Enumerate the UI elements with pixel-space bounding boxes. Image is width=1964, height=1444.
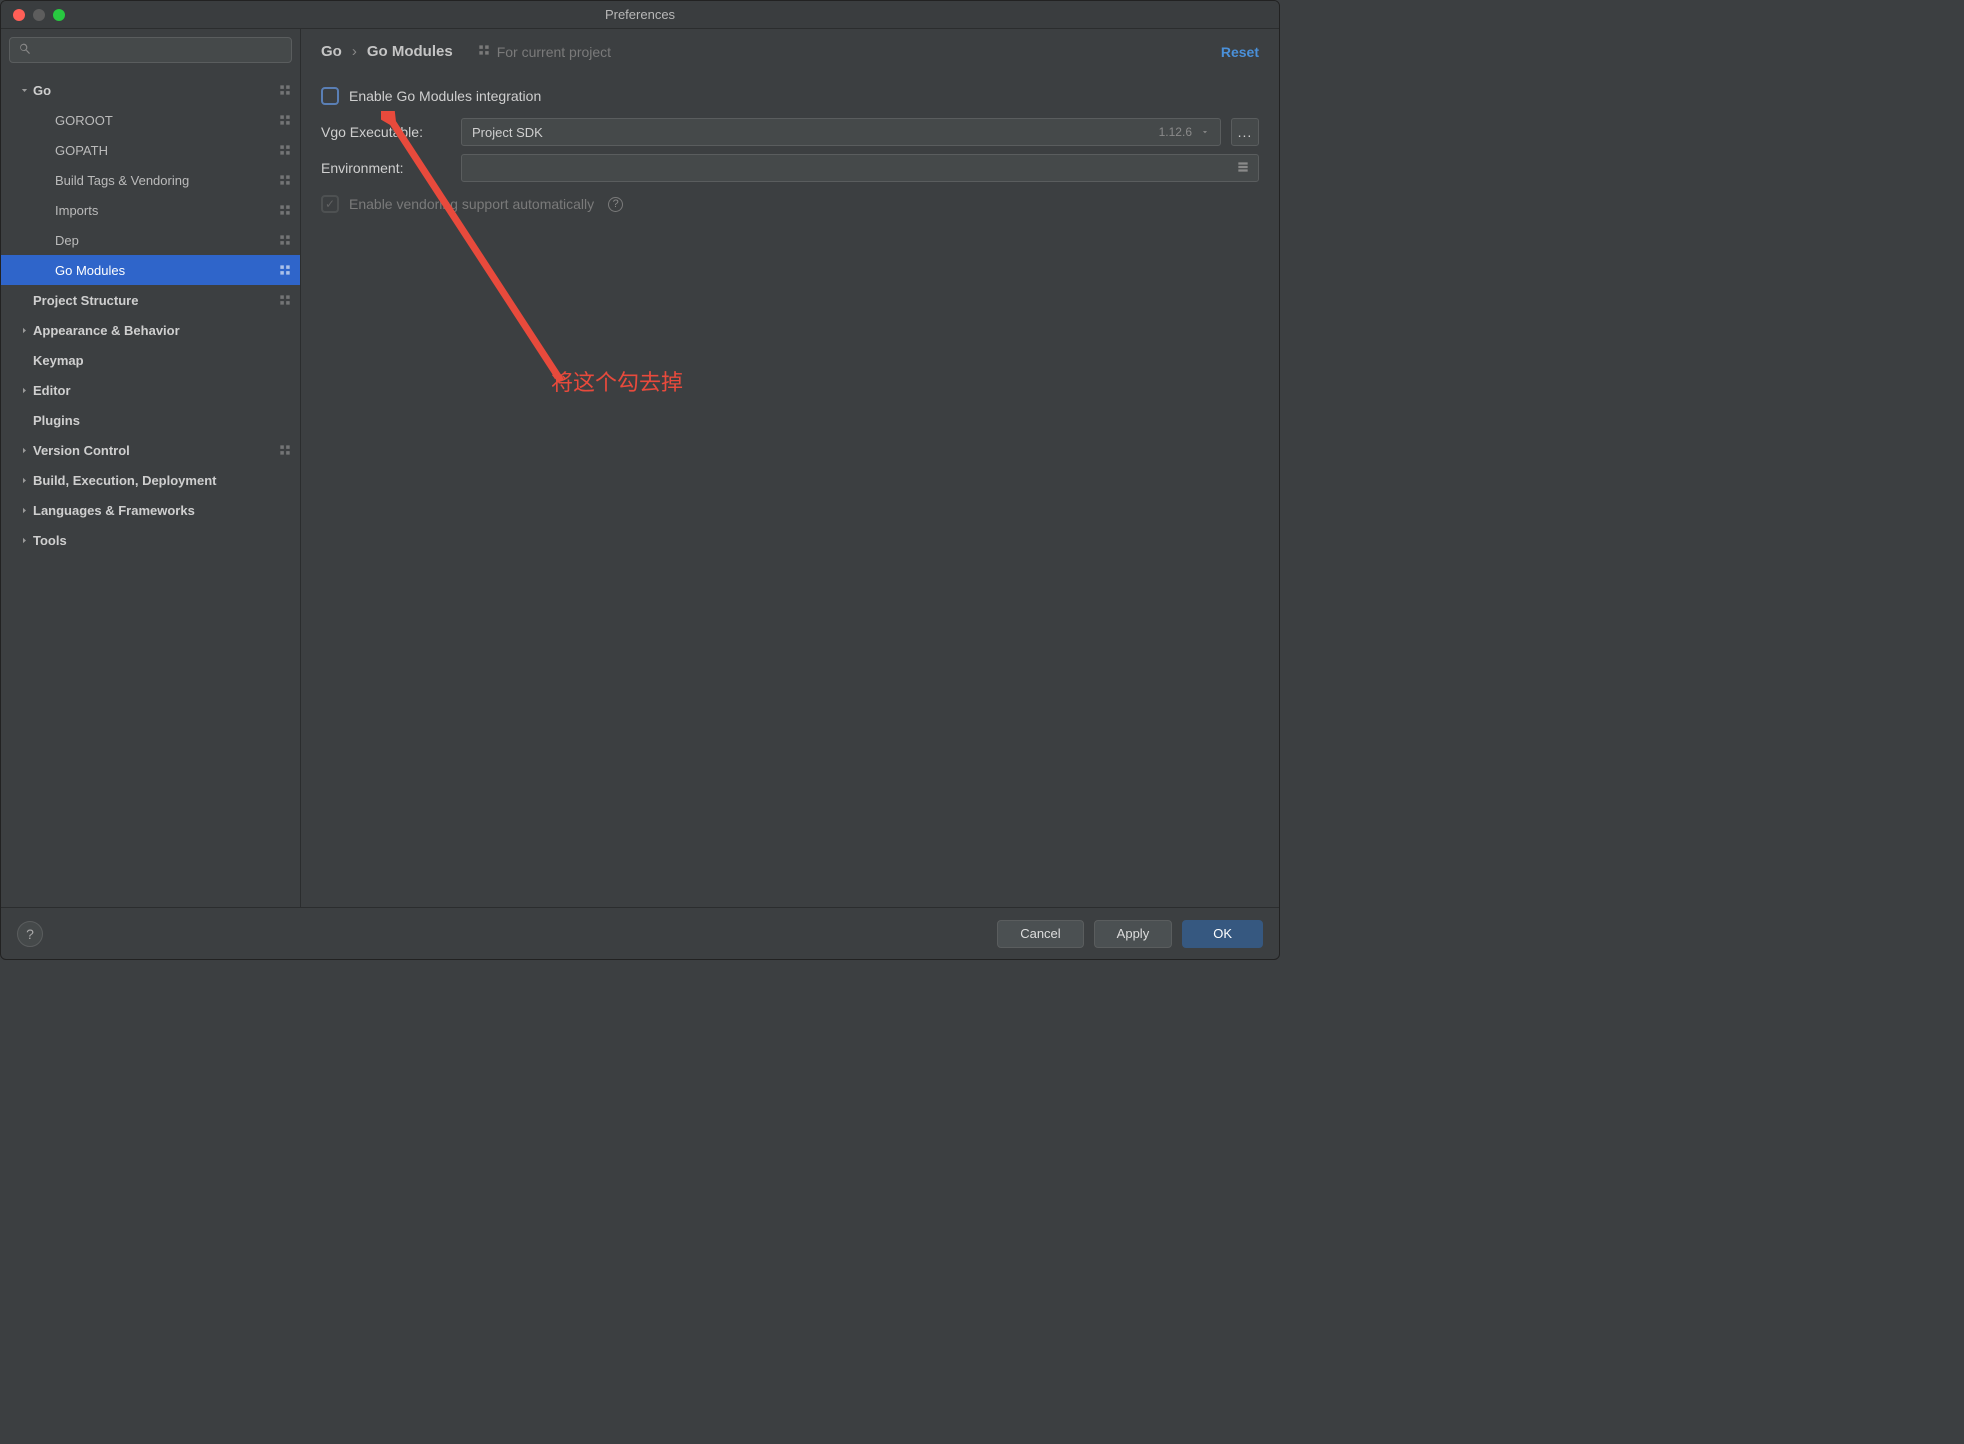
breadcrumb-root[interactable]: Go	[321, 43, 342, 60]
sidebar-item-label: Dep	[55, 233, 272, 248]
sidebar-item-label: Tools	[33, 533, 292, 548]
sidebar-item-label: GOROOT	[55, 113, 272, 128]
breadcrumb: Go › Go Modules	[321, 43, 453, 60]
sidebar-item-label: Editor	[33, 383, 292, 398]
sidebar-item-label: Version Control	[33, 443, 272, 458]
vgo-row: Vgo Executable: Project SDK 1.12.6 ...	[321, 114, 1259, 150]
vgo-version: 1.12.6	[1159, 125, 1192, 139]
search-icon	[18, 42, 32, 59]
search-box[interactable]	[9, 37, 292, 63]
vendoring-row: Enable vendoring support automatically ?	[321, 186, 1259, 222]
sidebar-item-gopath[interactable]: GOPATH	[1, 135, 300, 165]
content-header: Go › Go Modules For current project Rese…	[301, 29, 1279, 68]
vgo-selected-value: Project SDK	[472, 125, 1159, 140]
sidebar-item-go[interactable]: Go	[1, 75, 300, 105]
vgo-label: Vgo Executable:	[321, 124, 451, 140]
sidebar-item-version-control[interactable]: Version Control	[1, 435, 300, 465]
sidebar-item-keymap[interactable]: Keymap	[1, 345, 300, 375]
sidebar-item-editor[interactable]: Editor	[1, 375, 300, 405]
ok-button[interactable]: OK	[1182, 920, 1263, 948]
sidebar-item-build-execution-deployment[interactable]: Build, Execution, Deployment	[1, 465, 300, 495]
window-body: Go GOROOT GOPATH Build Tags & Vendoring Impo…	[1, 29, 1279, 907]
sidebar-item-label: Build Tags & Vendoring	[55, 173, 272, 188]
enable-modules-checkbox[interactable]	[321, 87, 339, 105]
breadcrumb-leaf: Go Modules	[367, 43, 453, 60]
project-scope-icon	[278, 113, 292, 127]
help-button[interactable]: ?	[17, 921, 43, 947]
search-input[interactable]	[38, 43, 283, 58]
environment-label: Environment:	[321, 160, 451, 176]
sidebar: Go GOROOT GOPATH Build Tags & Vendoring Impo…	[1, 29, 301, 907]
enable-modules-row: Enable Go Modules integration	[321, 78, 1259, 114]
chevron-down-icon	[1200, 125, 1210, 140]
content-area: Go › Go Modules For current project Rese…	[301, 29, 1279, 907]
project-scope-icon	[278, 203, 292, 217]
project-scope-icon	[278, 83, 292, 97]
settings-tree: Go GOROOT GOPATH Build Tags & Vendoring Impo…	[1, 71, 300, 907]
project-scope-icon	[278, 233, 292, 247]
project-scope-icon	[278, 173, 292, 187]
vgo-executable-dropdown[interactable]: Project SDK 1.12.6	[461, 118, 1221, 146]
sidebar-item-label: Go Modules	[55, 263, 272, 278]
disclosure-icon	[17, 446, 31, 455]
sidebar-item-label: Keymap	[33, 353, 292, 368]
cancel-button[interactable]: Cancel	[997, 920, 1083, 948]
environment-field[interactable]	[461, 154, 1259, 182]
sidebar-item-label: Appearance & Behavior	[33, 323, 292, 338]
titlebar: Preferences	[1, 1, 1279, 29]
breadcrumb-separator: ›	[352, 43, 357, 60]
project-scope-icon	[477, 43, 491, 60]
help-icon[interactable]: ?	[608, 197, 623, 212]
sidebar-item-plugins[interactable]: Plugins	[1, 405, 300, 435]
vendoring-checkbox	[321, 195, 339, 213]
enable-modules-label[interactable]: Enable Go Modules integration	[349, 88, 541, 104]
vendoring-label: Enable vendoring support automatically	[349, 196, 594, 212]
preferences-window: Preferences Go GOROOT GOPATH Build Tags & V…	[0, 0, 1280, 960]
sidebar-item-label: Plugins	[33, 413, 292, 428]
reset-link[interactable]: Reset	[1221, 44, 1259, 60]
project-scope-icon	[278, 293, 292, 307]
sidebar-item-appearance-behavior[interactable]: Appearance & Behavior	[1, 315, 300, 345]
project-scope-icon	[278, 263, 292, 277]
sidebar-item-label: Build, Execution, Deployment	[33, 473, 292, 488]
scope-note-text: For current project	[497, 44, 611, 60]
disclosure-icon	[17, 386, 31, 395]
disclosure-icon	[17, 536, 31, 545]
sidebar-item-goroot[interactable]: GOROOT	[1, 105, 300, 135]
expand-icon[interactable]	[1236, 160, 1250, 177]
disclosure-icon	[17, 476, 31, 485]
disclosure-icon	[17, 326, 31, 335]
environment-input[interactable]	[470, 161, 1236, 176]
sidebar-item-dep[interactable]: Dep	[1, 225, 300, 255]
sidebar-item-go-modules[interactable]: Go Modules	[1, 255, 300, 285]
window-title: Preferences	[1, 7, 1279, 22]
scope-note: For current project	[477, 43, 611, 60]
sidebar-item-label: GOPATH	[55, 143, 272, 158]
sidebar-item-languages-frameworks[interactable]: Languages & Frameworks	[1, 495, 300, 525]
sidebar-item-label: Imports	[55, 203, 272, 218]
sidebar-item-label: Project Structure	[33, 293, 272, 308]
project-scope-icon	[278, 443, 292, 457]
sidebar-item-project-structure[interactable]: Project Structure	[1, 285, 300, 315]
sidebar-item-imports[interactable]: Imports	[1, 195, 300, 225]
browse-button[interactable]: ...	[1231, 118, 1259, 146]
dialog-footer: ? Cancel Apply OK	[1, 907, 1279, 959]
sidebar-item-label: Languages & Frameworks	[33, 503, 292, 518]
sidebar-item-build-tags-vendoring[interactable]: Build Tags & Vendoring	[1, 165, 300, 195]
settings-panel: Enable Go Modules integration Vgo Execut…	[301, 68, 1279, 232]
annotation-text: 将这个勾去掉	[551, 365, 683, 397]
project-scope-icon	[278, 143, 292, 157]
disclosure-icon	[17, 506, 31, 515]
search-row	[1, 29, 300, 71]
apply-button[interactable]: Apply	[1094, 920, 1173, 948]
disclosure-icon	[17, 86, 31, 95]
sidebar-item-label: Go	[33, 83, 272, 98]
environment-row: Environment:	[321, 150, 1259, 186]
sidebar-item-tools[interactable]: Tools	[1, 525, 300, 555]
